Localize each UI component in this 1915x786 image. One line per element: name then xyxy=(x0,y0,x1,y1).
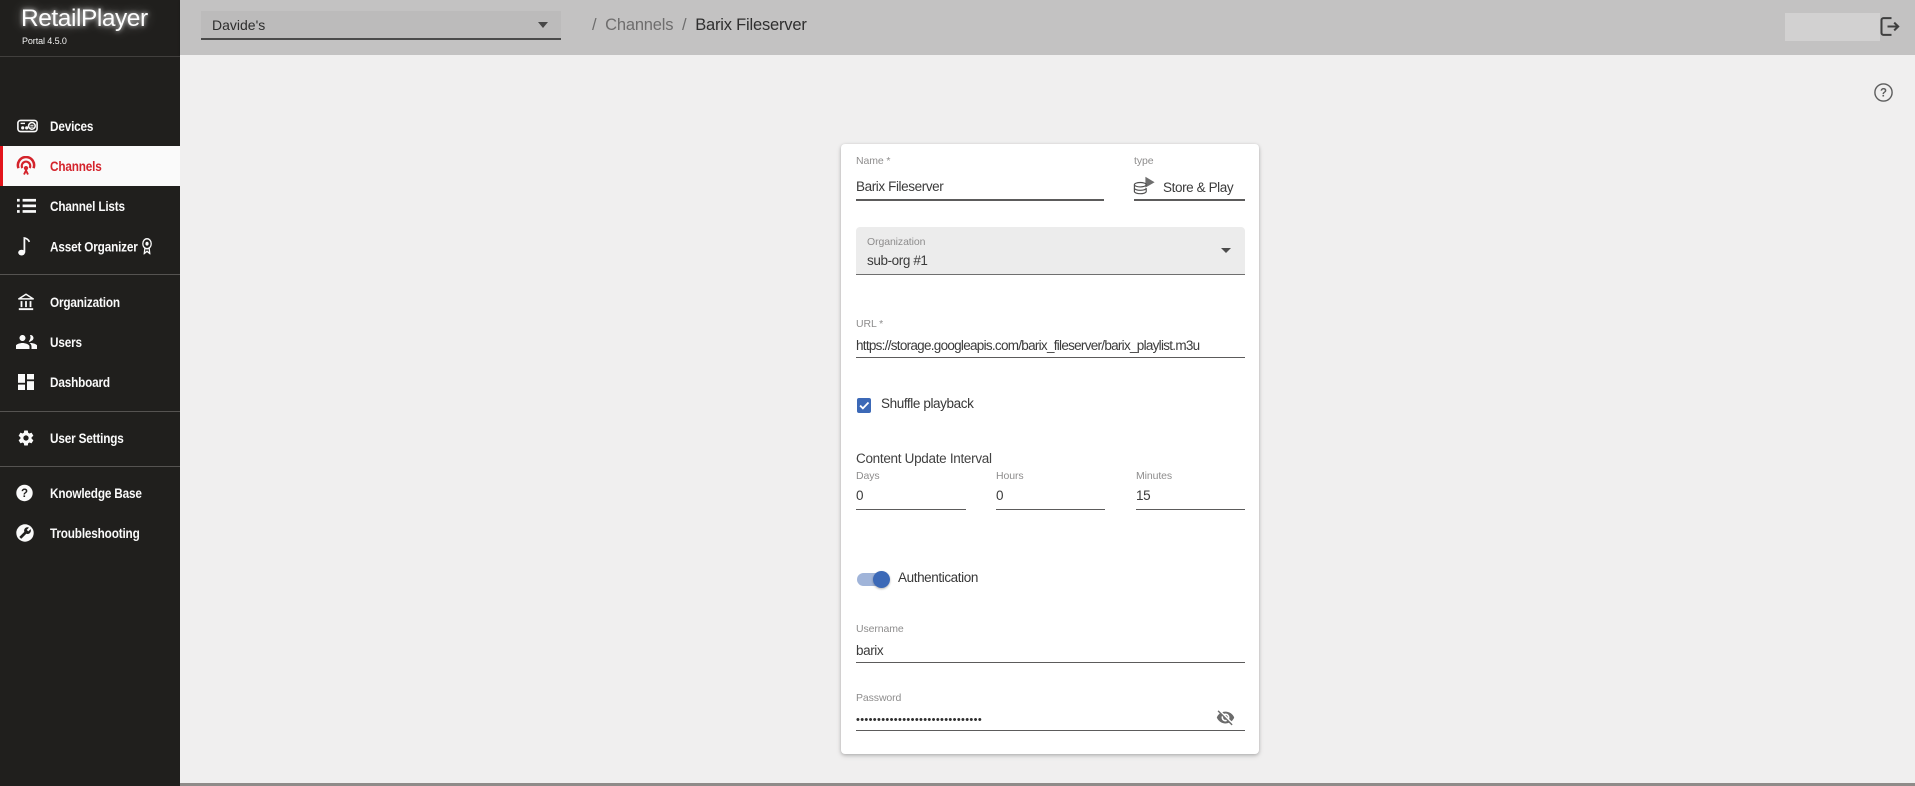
svg-text:?: ? xyxy=(1880,88,1887,100)
svg-text:?: ? xyxy=(21,488,28,500)
